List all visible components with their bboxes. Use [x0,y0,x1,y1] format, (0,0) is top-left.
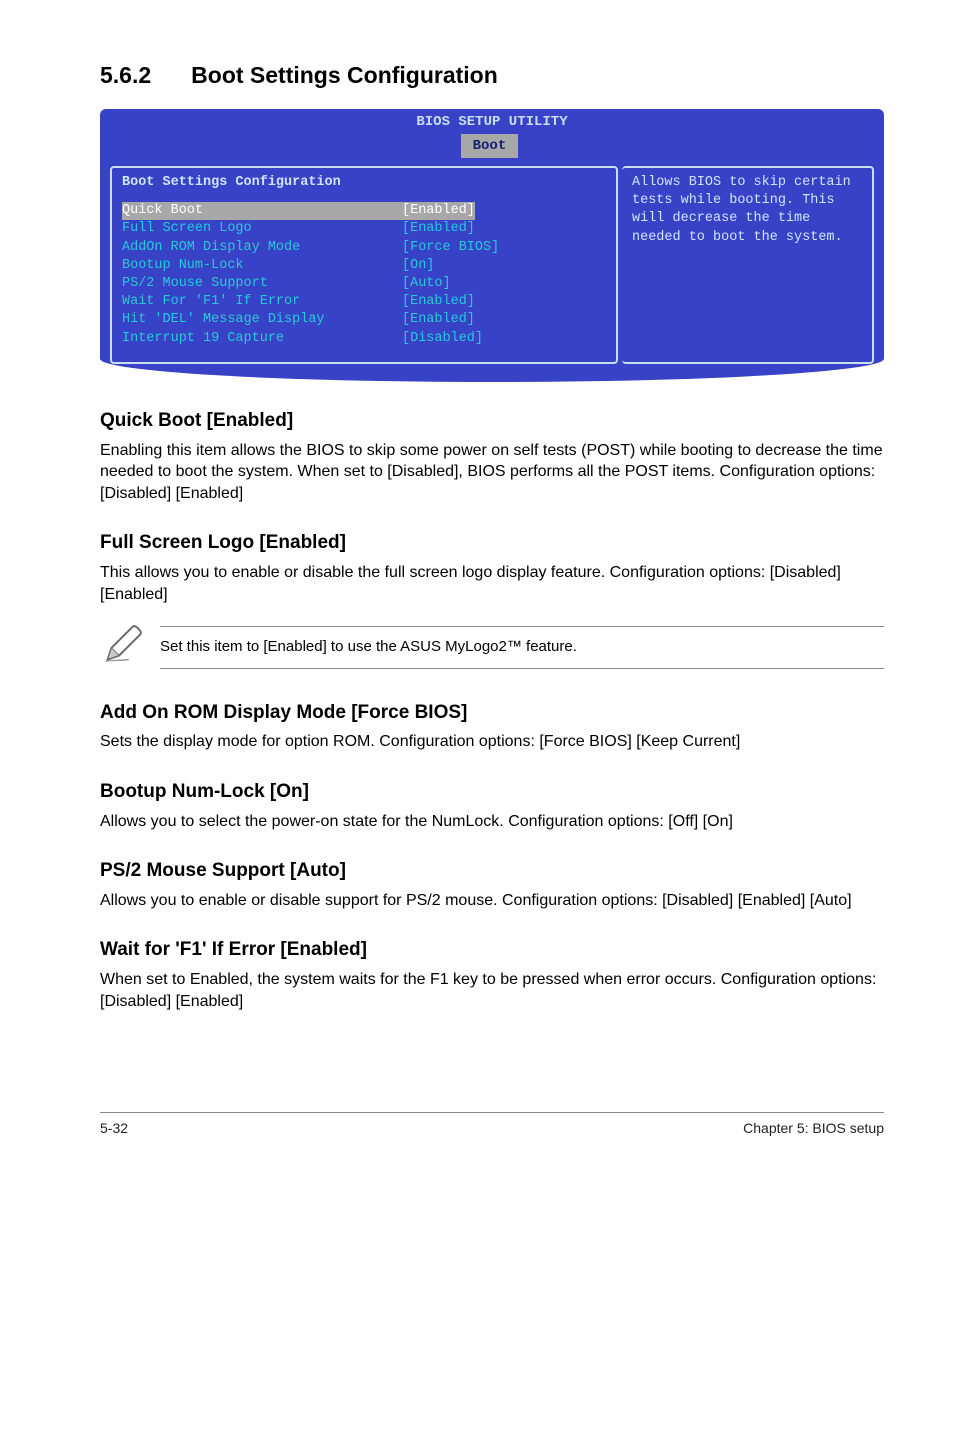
heading-addon-rom: Add On ROM Display Mode [Force BIOS] [100,700,884,726]
pencil-icon [100,621,160,674]
bios-row-value: [Disabled] [402,330,483,348]
body-quick-boot: Enabling this item allows the BIOS to sk… [100,440,884,505]
footer-chapter: Chapter 5: BIOS setup [743,1119,884,1138]
bios-panel-heading: Boot Settings Configuration [122,174,606,192]
bios-tab-row: Boot [100,134,884,160]
bios-row-label: PS/2 Mouse Support [122,275,402,293]
bios-row: Quick Boot [Enabled] [122,202,606,220]
bios-screenshot: BIOS SETUP UTILITY Boot Boot Settings Co… [100,109,884,382]
heading-quick-boot: Quick Boot [Enabled] [100,408,884,434]
bios-row: PS/2 Mouse Support [Auto] [122,275,606,293]
bios-row: Interrupt 19 Capture [Disabled] [122,330,606,348]
bios-row: Full Screen Logo [Enabled] [122,220,606,238]
bios-title: BIOS SETUP UTILITY [100,109,884,134]
bios-row-value: [On] [402,257,434,275]
bios-row-label: Hit 'DEL' Message Display [122,311,402,329]
bios-row-label: AddOn ROM Display Mode [122,239,402,257]
body-full-screen-logo: This allows you to enable or disable the… [100,562,884,605]
bios-row: Bootup Num-Lock [On] [122,257,606,275]
bios-row-label: Interrupt 19 Capture [122,330,402,348]
bios-row-value: [Enabled] [402,202,475,220]
bios-row-value: [Enabled] [402,293,475,311]
bios-row-value: [Enabled] [402,220,475,238]
note-text: Set this item to [Enabled] to use the AS… [160,626,884,668]
heading-full-screen-logo: Full Screen Logo [Enabled] [100,530,884,556]
heading-ps2-mouse: PS/2 Mouse Support [Auto] [100,858,884,884]
section-title: Boot Settings Configuration [191,62,498,88]
bios-row-label: Bootup Num-Lock [122,257,402,275]
bios-row: Hit 'DEL' Message Display [Enabled] [122,311,606,329]
bios-row: Wait For 'F1' If Error [Enabled] [122,293,606,311]
bios-row-value: [Auto] [402,275,451,293]
bios-row-value: [Enabled] [402,311,475,329]
heading-wait-f1: Wait for 'F1' If Error [Enabled] [100,937,884,963]
body-ps2-mouse: Allows you to enable or disable support … [100,890,884,912]
body-addon-rom: Sets the display mode for option ROM. Co… [100,731,884,753]
page-footer: 5-32 Chapter 5: BIOS setup [100,1112,884,1138]
heading-bootup-numlock: Bootup Num-Lock [On] [100,779,884,805]
note-callout: Set this item to [Enabled] to use the AS… [100,621,884,674]
bios-settings-panel: Boot Settings Configuration Quick Boot [… [110,166,618,364]
section-number: 5.6.2 [100,60,151,91]
bios-body: Boot Settings Configuration Quick Boot [… [100,160,884,382]
bios-row: AddOn ROM Display Mode [Force BIOS] [122,239,606,257]
body-wait-f1: When set to Enabled, the system waits fo… [100,969,884,1012]
bios-help-panel: Allows BIOS to skip certain tests while … [622,166,874,364]
bios-row-label: Quick Boot [122,202,402,220]
bios-tab-boot: Boot [461,134,519,158]
section-heading: 5.6.2 Boot Settings Configuration [100,60,884,91]
bios-row-value: [Force BIOS] [402,239,499,257]
bios-row-label: Full Screen Logo [122,220,402,238]
body-bootup-numlock: Allows you to select the power-on state … [100,811,884,833]
footer-page-number: 5-32 [100,1119,128,1138]
bios-row-label: Wait For 'F1' If Error [122,293,402,311]
